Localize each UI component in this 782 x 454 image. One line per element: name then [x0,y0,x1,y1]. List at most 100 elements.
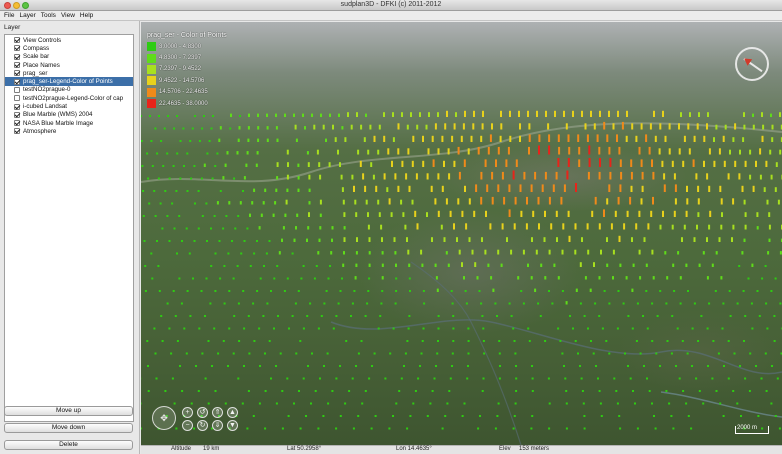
data-point [360,340,363,342]
data-point [661,160,664,167]
data-point [627,315,630,317]
data-point [758,315,761,317]
data-point [314,390,317,392]
layer-checkbox[interactable] [14,103,20,110]
exaggeration-up-icon[interactable]: ▲ [227,407,238,418]
menu-view[interactable]: View [61,12,75,19]
layer-item[interactable]: testNO2prague-Legend-Color of cap [5,94,133,102]
compass-icon[interactable] [735,47,769,81]
data-point [683,224,686,230]
menu-layer[interactable]: Layer [19,12,35,19]
layer-checkbox[interactable] [14,70,20,77]
layer-list[interactable]: View Controls Compass Scale bar Place Names… [4,34,134,422]
data-point [765,390,768,392]
data-point [600,415,603,417]
menu-file[interactable]: File [4,12,14,19]
data-point [480,171,483,180]
rotate-left-icon[interactable]: ↺ [197,407,208,418]
data-point [263,265,265,267]
data-point [587,171,590,180]
layer-checkbox[interactable] [14,37,20,44]
layer-item[interactable]: NASA Blue Marble Image [5,119,133,127]
data-point [186,152,189,155]
data-point [395,402,398,405]
data-point [592,352,595,355]
tilt-up-icon[interactable]: ⇑ [212,407,223,418]
layer-checkbox[interactable] [14,62,20,69]
rotate-right-icon[interactable]: ↻ [197,420,208,431]
data-point [451,135,454,142]
data-point [698,112,700,117]
data-point [640,159,643,167]
data-point [538,223,540,230]
move-down-button[interactable]: Move down [4,423,133,433]
delete-button[interactable]: Delete [4,440,133,450]
data-point [686,185,688,192]
data-point [166,215,169,217]
data-point [214,390,217,392]
data-point [674,198,677,205]
data-point [528,340,531,342]
layer-item[interactable]: i-cubed Landsat [5,102,133,110]
data-point [441,185,444,192]
menu-tools[interactable]: Tools [41,12,56,19]
data-point [283,290,286,292]
layer-checkbox[interactable] [14,128,20,135]
layer-checkbox[interactable] [14,95,20,102]
layer-item[interactable]: prag_ser-Legend-Color of Points [5,77,133,86]
data-point [586,134,589,142]
zoom-in-icon[interactable]: + [182,407,193,418]
layer-item[interactable]: Atmosphere [5,127,133,135]
layer-checkbox[interactable] [14,120,20,127]
data-point [727,377,730,380]
data-point [640,198,643,205]
data-point [741,251,744,255]
data-point [668,148,671,155]
menu-help[interactable]: Help [80,12,93,19]
data-point [544,171,547,180]
data-point [515,365,517,367]
data-point [214,290,217,292]
layer-item[interactable]: testNO2prague-0 [5,86,133,94]
data-point [648,390,651,392]
layer-item[interactable]: Blue Marble (WMS) 2004 [5,111,133,119]
data-point [253,340,256,342]
move-up-button[interactable]: Move up [4,406,133,416]
zoom-out-icon[interactable]: − [182,420,193,431]
data-point [383,112,385,117]
pan-control-icon[interactable]: ✥ [152,406,176,430]
data-point [392,112,394,117]
layer-item[interactable]: View Controls [5,36,133,44]
layer-checkbox[interactable] [14,86,20,93]
layer-item[interactable]: prag_ser [5,69,133,77]
exaggeration-down-icon[interactable]: ▼ [227,420,238,431]
layer-checkbox[interactable] [14,53,20,60]
data-point [619,159,622,167]
data-point [530,276,533,280]
data-point [185,227,188,230]
layer-checkbox[interactable] [14,111,20,118]
tilt-down-icon[interactable]: ⇓ [212,420,223,431]
data-point [654,427,657,430]
layer-item[interactable]: Compass [5,44,133,52]
data-point [477,146,480,155]
data-point [213,327,216,330]
data-point [381,276,384,280]
data-point [397,123,400,130]
layer-item[interactable]: Place Names [5,61,133,69]
data-point [368,251,371,255]
layer-item[interactable]: Scale bar [5,53,133,61]
data-point [266,126,269,130]
data-point [743,238,746,242]
status-bar: Altitude 19 km Lat 50.2958° Lon 14.4635°… [141,445,782,454]
data-point [156,240,158,242]
data-point [256,290,259,292]
layer-checkbox[interactable] [14,45,20,52]
data-point [618,146,621,155]
layer-checkbox[interactable] [14,78,20,85]
data-point [233,177,236,180]
data-point [394,302,397,305]
globe-viewport[interactable]: prag_ser - Color of Points 3.0000 - 4.83… [141,22,782,445]
data-point [285,199,288,205]
data-point [193,240,196,242]
